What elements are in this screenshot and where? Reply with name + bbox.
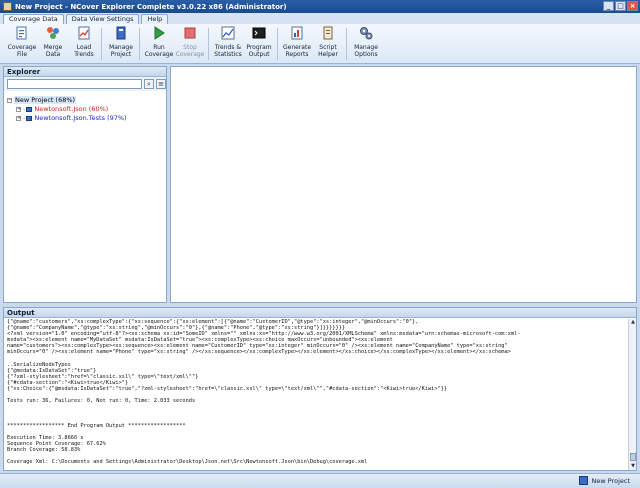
script-helper-icon	[323, 26, 333, 40]
run-icon	[154, 26, 165, 40]
tree-node-project[interactable]: − New Project (68%)	[7, 96, 77, 104]
stop-coverage-button[interactable]: Stop Coverage	[174, 26, 206, 58]
trends-statistics-icon	[221, 26, 235, 40]
toolbar-separator	[277, 28, 278, 60]
ribbon-toolbar: Coverage File Merge Data Load Trends Man…	[0, 24, 640, 64]
script-helper-label: Script Helper	[318, 44, 338, 58]
search-icon[interactable]: ⌕	[144, 79, 154, 89]
stop-icon	[184, 27, 196, 39]
tab-data-view-settings[interactable]: Data View Settings	[65, 14, 140, 24]
output-scrollbar[interactable]: ▲ ▼	[628, 319, 636, 470]
status-project[interactable]: New Project	[578, 476, 630, 485]
run-coverage-label: Run Coverage	[144, 44, 174, 58]
tree-node-label: Newtonsoft.Json.Tests (97%)	[34, 114, 127, 122]
window-title: New Project - NCover Explorer Complete v…	[15, 2, 287, 11]
merge-data-icon	[47, 27, 59, 39]
load-trends-button[interactable]: Load Trends	[68, 26, 100, 58]
scroll-up-icon[interactable]: ▲	[629, 319, 637, 326]
program-output-label: Program Output	[246, 44, 272, 58]
close-button[interactable]: ×	[627, 1, 638, 11]
output-line: Coverage Xml: C:\Documents and Settings\…	[7, 459, 368, 466]
filter-icon[interactable]: ≡	[156, 79, 166, 89]
output-text[interactable]: {"@name":"customers","xs:complexType":{"…	[7, 319, 627, 470]
tree-node-assembly[interactable]: + - Newtonsoft.Json (60%)	[16, 105, 108, 113]
tree-node-assembly[interactable]: + - Newtonsoft.Json.Tests (97%)	[16, 114, 127, 122]
tree-node-label: Newtonsoft.Json (60%)	[34, 105, 109, 113]
ribbon-tabs: Coverage Data Data View Settings Help	[0, 13, 640, 24]
explorer-search-row: ⌕ ≡	[4, 77, 166, 91]
collapse-icon[interactable]: −	[7, 97, 12, 103]
main-content-area	[170, 66, 637, 303]
explorer-title: Explorer	[4, 67, 166, 77]
manage-options-icon	[360, 27, 373, 40]
project-icon	[578, 476, 588, 485]
coverage-file-icon	[16, 26, 27, 40]
stop-coverage-label: Stop Coverage	[175, 44, 205, 58]
merge-data-button[interactable]: Merge Data	[37, 26, 69, 58]
explorer-search-input[interactable]	[7, 79, 142, 89]
load-trends-label: Load Trends	[74, 44, 94, 58]
generate-reports-icon	[291, 26, 303, 40]
assembly-icon	[26, 115, 33, 121]
manage-project-label: Manage Project	[109, 44, 133, 58]
expand-icon[interactable]: +	[16, 106, 21, 112]
assembly-icon	[26, 106, 33, 112]
tab-coverage-data[interactable]: Coverage Data	[3, 14, 64, 24]
manage-project-icon	[116, 26, 126, 40]
maximize-button[interactable]: □	[615, 1, 626, 11]
manage-options-label: Manage Options	[354, 44, 378, 58]
toolbar-separator	[139, 28, 140, 60]
tab-help[interactable]: Help	[141, 14, 169, 24]
run-coverage-button[interactable]: Run Coverage	[143, 26, 175, 58]
trends-statistics-label: Trends & Statistics	[214, 44, 242, 58]
toolbar-separator	[208, 28, 209, 60]
scroll-thumb[interactable]	[630, 453, 636, 461]
program-output-button[interactable]: Program Output	[243, 26, 275, 58]
toolbar-separator	[101, 28, 102, 60]
status-bar: New Project	[0, 473, 640, 488]
generate-reports-button[interactable]: Generate Reports	[281, 26, 313, 58]
title-bar[interactable]: New Project - NCover Explorer Complete v…	[0, 0, 640, 13]
load-trends-icon	[78, 26, 90, 40]
explorer-pane: Explorer ⌕ ≡ − New Project (68%) + - New…	[3, 66, 167, 303]
manage-project-button[interactable]: Manage Project	[105, 26, 137, 58]
trends-statistics-button[interactable]: Trends & Statistics	[212, 26, 244, 58]
status-project-label: New Project	[591, 476, 630, 485]
program-output-icon	[252, 27, 266, 39]
app-icon	[3, 2, 12, 11]
scroll-down-icon[interactable]: ▼	[629, 463, 637, 470]
generate-reports-label: Generate Reports	[282, 44, 312, 58]
minimize-button[interactable]: _	[603, 1, 614, 11]
expand-icon[interactable]: +	[16, 115, 21, 121]
output-title: Output	[4, 308, 636, 318]
merge-data-label: Merge Data	[43, 44, 63, 58]
coverage-file-label: Coverage File	[7, 44, 37, 58]
output-pane: Output {"@name":"customers","xs:complexT…	[3, 307, 637, 471]
tree-node-label: New Project (68%)	[14, 96, 77, 104]
toolbar-separator	[346, 28, 347, 60]
manage-options-button[interactable]: Manage Options	[350, 26, 382, 58]
script-helper-button[interactable]: Script Helper	[312, 26, 344, 58]
coverage-file-button[interactable]: Coverage File	[6, 26, 38, 58]
